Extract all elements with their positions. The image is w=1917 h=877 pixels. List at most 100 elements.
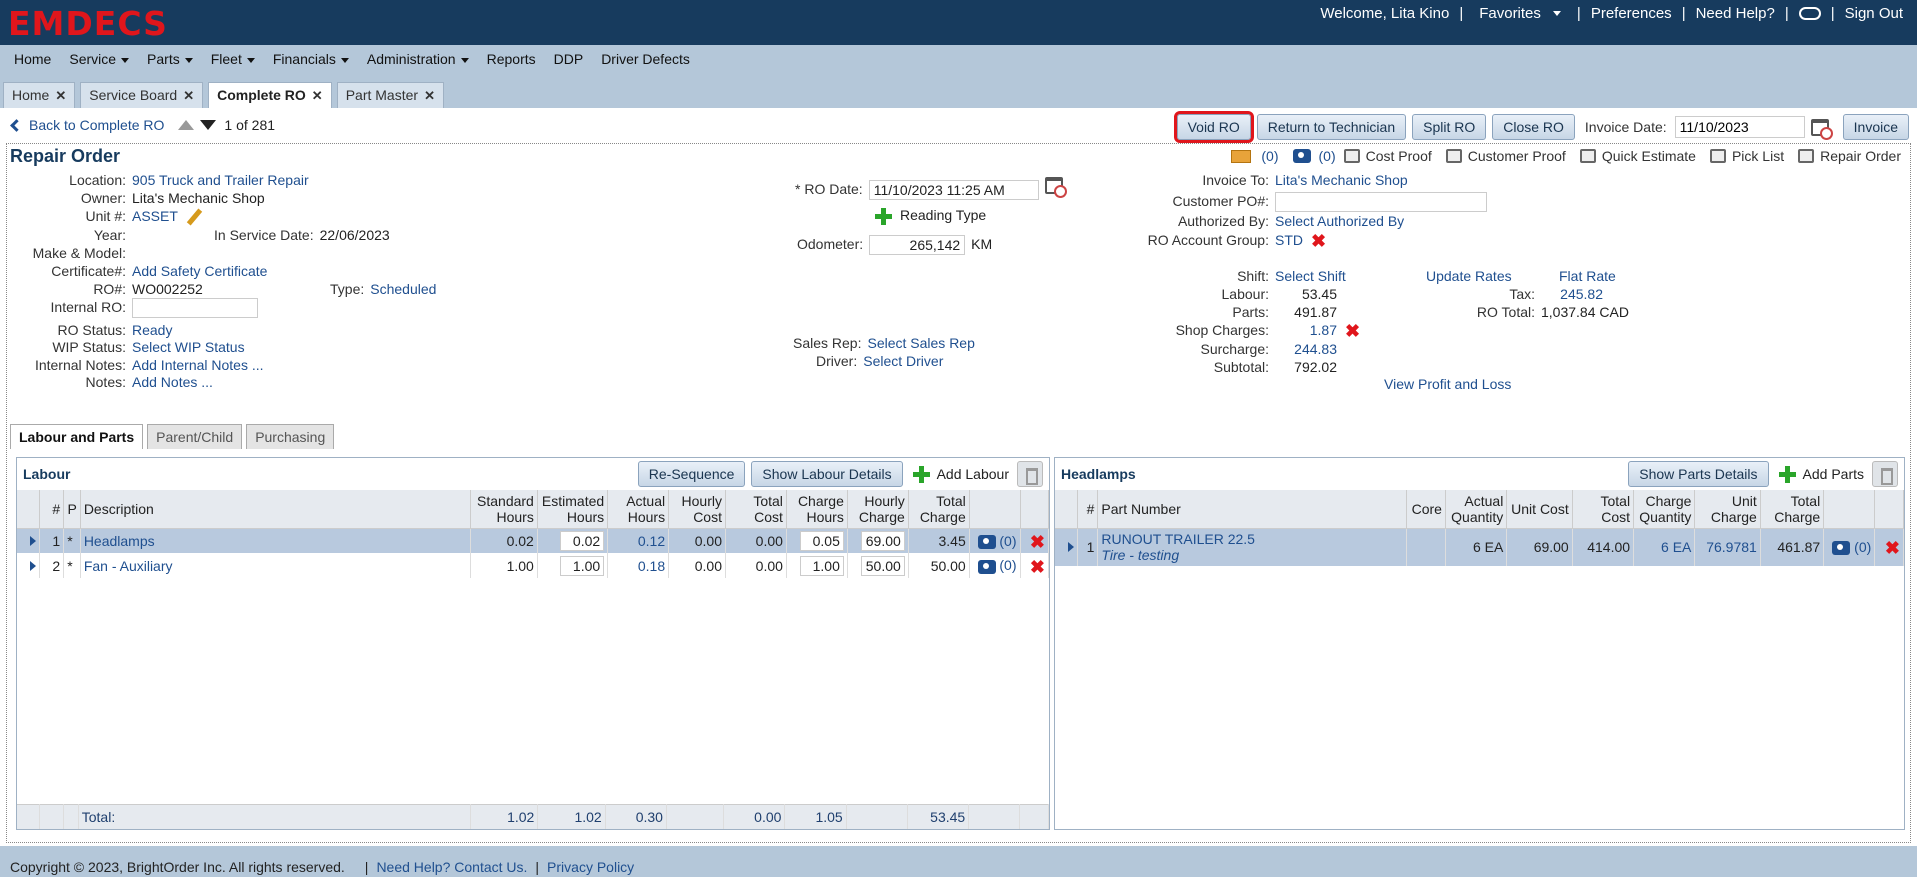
previous-record-icon[interactable] xyxy=(178,120,195,130)
row-expand[interactable] xyxy=(17,553,40,578)
return-to-technician-button[interactable]: Return to Technician xyxy=(1256,114,1407,140)
close-icon[interactable]: ✕ xyxy=(312,88,323,103)
quick-estimate-link[interactable]: Quick Estimate xyxy=(1579,148,1696,164)
row-photos[interactable]: (0) xyxy=(969,528,1021,553)
nav-parts[interactable]: Parts xyxy=(147,51,193,67)
delete-icon[interactable]: ✖ xyxy=(1885,539,1900,557)
wip-status-link[interactable]: Select WIP Status xyxy=(132,339,245,355)
row-description-link[interactable]: Fan - Auxiliary xyxy=(80,553,471,578)
reading-type-link[interactable]: Reading Type xyxy=(875,207,986,225)
nav-fleet[interactable]: Fleet xyxy=(211,51,255,67)
hourly-charge-input[interactable]: 50.00 xyxy=(860,555,905,576)
row-delete[interactable]: ✖ xyxy=(1874,528,1904,566)
ro-date-input[interactable]: 11/10/2023 11:25 AM xyxy=(868,180,1039,201)
estimated-hours-input[interactable]: 1.00 xyxy=(560,555,605,576)
row-description-link[interactable]: Headlamps xyxy=(80,528,471,553)
add-labour-button[interactable]: Add Labour xyxy=(912,465,1009,483)
customer-po-input[interactable] xyxy=(1275,192,1487,212)
expand-icon[interactable] xyxy=(1067,542,1074,553)
flat-rate-link[interactable]: Flat Rate xyxy=(1559,268,1616,284)
table-row[interactable]: 1 RUNOUT TRAILER 22.5 Tire - testing 6 E… xyxy=(1055,528,1904,566)
part-number-link[interactable]: RUNOUT TRAILER 22.5 xyxy=(1101,531,1403,547)
estimated-hours-input[interactable]: 0.02 xyxy=(560,530,605,551)
chat-icon[interactable] xyxy=(1798,6,1821,20)
internal-ro-input[interactable] xyxy=(132,298,258,318)
add-parts-button[interactable]: Add Parts xyxy=(1778,465,1864,483)
calendar-icon[interactable] xyxy=(1044,177,1067,198)
nav-administration[interactable]: Administration xyxy=(367,51,469,67)
row-part[interactable]: RUNOUT TRAILER 22.5 Tire - testing xyxy=(1097,528,1408,566)
select-authorized-by-link[interactable]: Select Authorized By xyxy=(1275,213,1404,229)
repair-order-print-link[interactable]: Repair Order xyxy=(1798,148,1901,164)
location-link[interactable]: 905 Truck and Trailer Repair xyxy=(132,172,309,188)
tab-purchasing[interactable]: Purchasing xyxy=(246,424,335,449)
table-row[interactable]: 2 * Fan - Auxiliary 1.00 1.00 0.18 0.00 … xyxy=(17,553,1050,578)
remove-icon[interactable]: ✖ xyxy=(1345,322,1360,340)
close-icon[interactable]: ✕ xyxy=(424,88,435,103)
contact-us-link[interactable]: Need Help? Contact Us. xyxy=(376,859,527,875)
resequence-button[interactable]: Re-Sequence xyxy=(637,461,746,487)
invoice-date-input[interactable] xyxy=(1674,116,1805,138)
privacy-policy-link[interactable]: Privacy Policy xyxy=(547,859,634,875)
nav-ddp[interactable]: DDP xyxy=(554,51,584,67)
delete-icon[interactable]: ✖ xyxy=(1030,558,1045,576)
expand-icon[interactable] xyxy=(29,560,36,571)
delete-icon[interactable]: ✖ xyxy=(1030,533,1045,551)
odometer-input[interactable]: 265,142 xyxy=(869,235,966,255)
tab-complete-ro[interactable]: Complete RO ✕ xyxy=(208,82,332,108)
sign-out-link[interactable]: Sign Out xyxy=(1845,5,1903,22)
tab-labour-and-parts[interactable]: Labour and Parts xyxy=(10,424,144,449)
row-photos[interactable]: (0) xyxy=(1823,528,1876,566)
calendar-icon[interactable] xyxy=(1810,118,1833,140)
expand-icon[interactable] xyxy=(29,535,36,546)
chevron-left-icon[interactable] xyxy=(10,118,23,132)
favorites-menu[interactable]: Favorites xyxy=(1473,5,1567,22)
tab-home[interactable]: Home ✕ xyxy=(3,82,76,108)
back-to-complete-ro-link[interactable]: Back to Complete RO xyxy=(29,117,164,133)
view-profit-and-loss-link[interactable]: View Profit and Loss xyxy=(1384,376,1511,392)
select-driver-link[interactable]: Select Driver xyxy=(863,353,943,369)
nav-home[interactable]: Home xyxy=(14,51,51,67)
row-actual-hours-link[interactable]: 0.12 xyxy=(607,528,670,553)
row-delete[interactable]: ✖ xyxy=(1020,528,1050,553)
ro-status-link[interactable]: Ready xyxy=(132,322,172,338)
split-ro-button[interactable]: Split RO xyxy=(1412,114,1487,140)
charge-hours-input[interactable]: 1.00 xyxy=(799,555,844,576)
invoice-button[interactable]: Invoice xyxy=(1842,114,1909,140)
trash-icon[interactable] xyxy=(1872,461,1898,487)
tax-link[interactable]: 245.82 xyxy=(1541,286,1603,302)
add-internal-notes-link[interactable]: Add Internal Notes ... xyxy=(132,357,264,373)
tab-part-master[interactable]: Part Master ✕ xyxy=(336,82,444,108)
charge-hours-input[interactable]: 0.05 xyxy=(799,530,844,551)
trash-icon[interactable] xyxy=(1017,461,1043,487)
close-icon[interactable]: ✕ xyxy=(183,88,194,103)
update-rates-link[interactable]: Update Rates xyxy=(1426,268,1512,284)
pick-list-link[interactable]: Pick List xyxy=(1709,148,1784,164)
unit-link[interactable]: ASSET xyxy=(132,208,178,224)
nav-reports[interactable]: Reports xyxy=(487,51,536,67)
type-link[interactable]: Scheduled xyxy=(370,281,436,297)
row-actual-hours-link[interactable]: 0.18 xyxy=(607,553,670,578)
add-notes-link[interactable]: Add Notes ... xyxy=(132,374,213,390)
emdecs-logo[interactable]: EMDECS xyxy=(8,4,168,43)
row-unit-charge-link[interactable]: 76.9781 xyxy=(1694,528,1761,566)
table-row[interactable]: 1 * Headlamps 0.02 0.02 0.12 0.00 0.00 0… xyxy=(17,528,1050,553)
invoice-to-link[interactable]: Lita's Mechanic Shop xyxy=(1275,172,1408,188)
hourly-charge-input[interactable]: 69.00 xyxy=(860,530,905,551)
tab-service-board[interactable]: Service Board ✕ xyxy=(80,82,204,108)
next-record-icon[interactable] xyxy=(200,120,217,130)
preferences-link[interactable]: Preferences xyxy=(1591,5,1672,22)
select-shift-link[interactable]: Select Shift xyxy=(1275,268,1346,284)
select-sales-rep-link[interactable]: Select Sales Rep xyxy=(867,335,974,351)
nav-driver-defects[interactable]: Driver Defects xyxy=(601,51,690,67)
show-labour-details-button[interactable]: Show Labour Details xyxy=(751,461,903,487)
close-icon[interactable]: ✕ xyxy=(55,88,66,103)
nav-financials[interactable]: Financials xyxy=(273,51,349,67)
show-parts-details-button[interactable]: Show Parts Details xyxy=(1628,461,1769,487)
account-group-link[interactable]: STD xyxy=(1275,232,1303,248)
need-help-link[interactable]: Need Help? xyxy=(1696,5,1775,22)
remove-icon[interactable]: ✖ xyxy=(1311,232,1326,250)
cost-proof-link[interactable]: Cost Proof xyxy=(1343,148,1432,164)
add-safety-certificate-link[interactable]: Add Safety Certificate xyxy=(132,263,267,279)
email-link[interactable]: (0) xyxy=(1231,148,1279,164)
